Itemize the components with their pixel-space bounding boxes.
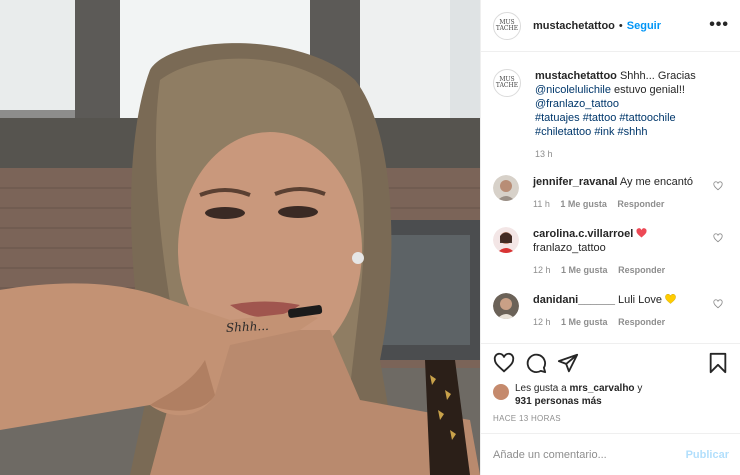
likes-count[interactable]: 931 personas más xyxy=(515,396,602,407)
like-heart-icon[interactable] xyxy=(493,352,515,374)
yellow-heart-emoji-icon xyxy=(665,293,676,304)
liker-avatar[interactable] xyxy=(493,384,509,400)
action-icons xyxy=(493,352,729,376)
comment-meta: 12 h 1 Me gusta Responder xyxy=(533,263,713,277)
comment-avatar[interactable] xyxy=(493,227,519,253)
profile-avatar[interactable]: MUS TACHE xyxy=(493,11,521,40)
post-header: MUS TACHE mustachetattoo • Seguir ••• xyxy=(481,0,740,52)
red-heart-emoji-icon xyxy=(636,228,647,238)
comment-time[interactable]: 12 h xyxy=(533,317,551,327)
comment-like-heart-icon[interactable] xyxy=(713,299,723,309)
comment-input[interactable] xyxy=(493,448,683,461)
instagram-post: Shhh... MUS TACHE mustachetattoo • Segui… xyxy=(0,0,740,475)
comment-like-heart-icon[interactable] xyxy=(713,181,723,191)
reply-button[interactable]: Responder xyxy=(617,199,664,209)
comment-username[interactable]: carolina.c.villarroel xyxy=(533,228,633,240)
comment-item: danidani______ Luli Love 12 h 1 Me gusta… xyxy=(493,293,729,329)
comment-item: carolina.c.villarroel franlazo_tattoo 12… xyxy=(493,227,729,277)
caption-intro: Shhh... Gracias xyxy=(619,70,696,82)
caption-after-mention: estuvo genial!! xyxy=(614,84,685,96)
post-timestamp[interactable]: HACE 13 HORAS xyxy=(493,414,561,423)
caption-username[interactable]: mustachetattoo xyxy=(535,70,617,82)
comment-avatar-image xyxy=(493,175,519,201)
comment-body: danidani______ Luli Love 12 h 1 Me gusta… xyxy=(533,293,713,329)
likes-user[interactable]: mrs_carvalho xyxy=(570,383,635,394)
finger-tattoo-text: Shhh... xyxy=(226,319,270,335)
share-paper-plane-icon[interactable] xyxy=(557,352,579,374)
publish-button[interactable]: Publicar xyxy=(686,449,729,461)
caption-time[interactable]: 13 h xyxy=(535,149,729,159)
comment-avatar-image xyxy=(493,293,519,319)
comment-username[interactable]: jennifer_ravanal xyxy=(533,176,617,188)
caption-avatar[interactable]: MUS TACHE xyxy=(493,69,521,97)
likes-text: Les gusta a mrs_carvalho y 931 personas … xyxy=(515,382,685,408)
comment-avatar-image xyxy=(493,227,519,253)
reply-button[interactable]: Responder xyxy=(618,265,665,275)
comment-text: Ay me encantó xyxy=(619,176,694,188)
comments-list[interactable]: MUS TACHE mustachetattoo Shhh... Gracias… xyxy=(481,53,740,343)
comment-meta: 11 h 1 Me gusta Responder xyxy=(533,197,713,211)
caption-mention-1[interactable]: @nicolelulichile xyxy=(535,84,611,96)
comment-body: carolina.c.villarroel franlazo_tattoo 12… xyxy=(533,227,713,277)
comment-body: jennifer_ravanal Ay me encantó 11 h 1 Me… xyxy=(533,175,713,211)
comment-username[interactable]: danidani______ xyxy=(533,294,615,306)
comment-likes[interactable]: 1 Me gusta xyxy=(561,265,608,275)
caption-logo-text: MUS TACHE xyxy=(495,76,519,89)
comment-time[interactable]: 11 h xyxy=(533,199,550,209)
comment-time[interactable]: 12 h xyxy=(533,265,551,275)
comment-avatar[interactable] xyxy=(493,175,519,201)
caption-text: mustachetattoo Shhh... Gracias @nicolelu… xyxy=(535,69,725,139)
reply-button[interactable]: Responder xyxy=(618,317,665,327)
comment-item: jennifer_ravanal Ay me encantó 11 h 1 Me… xyxy=(493,175,729,211)
comment-bubble-icon[interactable] xyxy=(525,352,547,374)
more-options-icon[interactable]: ••• xyxy=(709,16,729,34)
caption-hashtags-1[interactable]: #tatuajes #tattoo #tattoochile xyxy=(535,112,676,124)
comment-likes[interactable]: 1 Me gusta xyxy=(561,317,608,327)
logo-text: MUS TACHE xyxy=(495,18,519,32)
header-separator: • xyxy=(618,19,623,32)
comment-meta: 12 h 1 Me gusta Responder xyxy=(533,315,713,329)
comment-text: franlazo_tattoo xyxy=(533,242,606,254)
likes-middle: y xyxy=(637,383,643,394)
save-bookmark-icon[interactable] xyxy=(707,352,729,374)
caption-hashtags-2[interactable]: #chiletattoo #ink #shhh xyxy=(535,126,648,138)
likes-prefix: Les gusta a xyxy=(515,383,567,394)
comment-likes[interactable]: 1 Me gusta xyxy=(560,199,607,209)
comment-like-heart-icon[interactable] xyxy=(713,233,723,243)
comment-avatar[interactable] xyxy=(493,293,519,319)
add-comment-bar: Publicar xyxy=(481,433,740,475)
post-photo-illustration: Shhh... xyxy=(0,0,480,475)
follow-button[interactable]: Seguir xyxy=(627,20,661,32)
caption-mention-2[interactable]: @franlazo_tattoo xyxy=(535,98,619,110)
caption: MUS TACHE mustachetattoo Shhh... Gracias… xyxy=(493,69,729,139)
post-side-panel: MUS TACHE mustachetattoo • Seguir ••• MU… xyxy=(480,0,740,475)
post-photo[interactable]: Shhh... xyxy=(0,0,480,475)
comment-text: Luli Love xyxy=(618,294,663,306)
header-username[interactable]: mustachetattoo xyxy=(533,20,615,32)
likes-summary: Les gusta a mrs_carvalho y 931 personas … xyxy=(493,382,685,408)
